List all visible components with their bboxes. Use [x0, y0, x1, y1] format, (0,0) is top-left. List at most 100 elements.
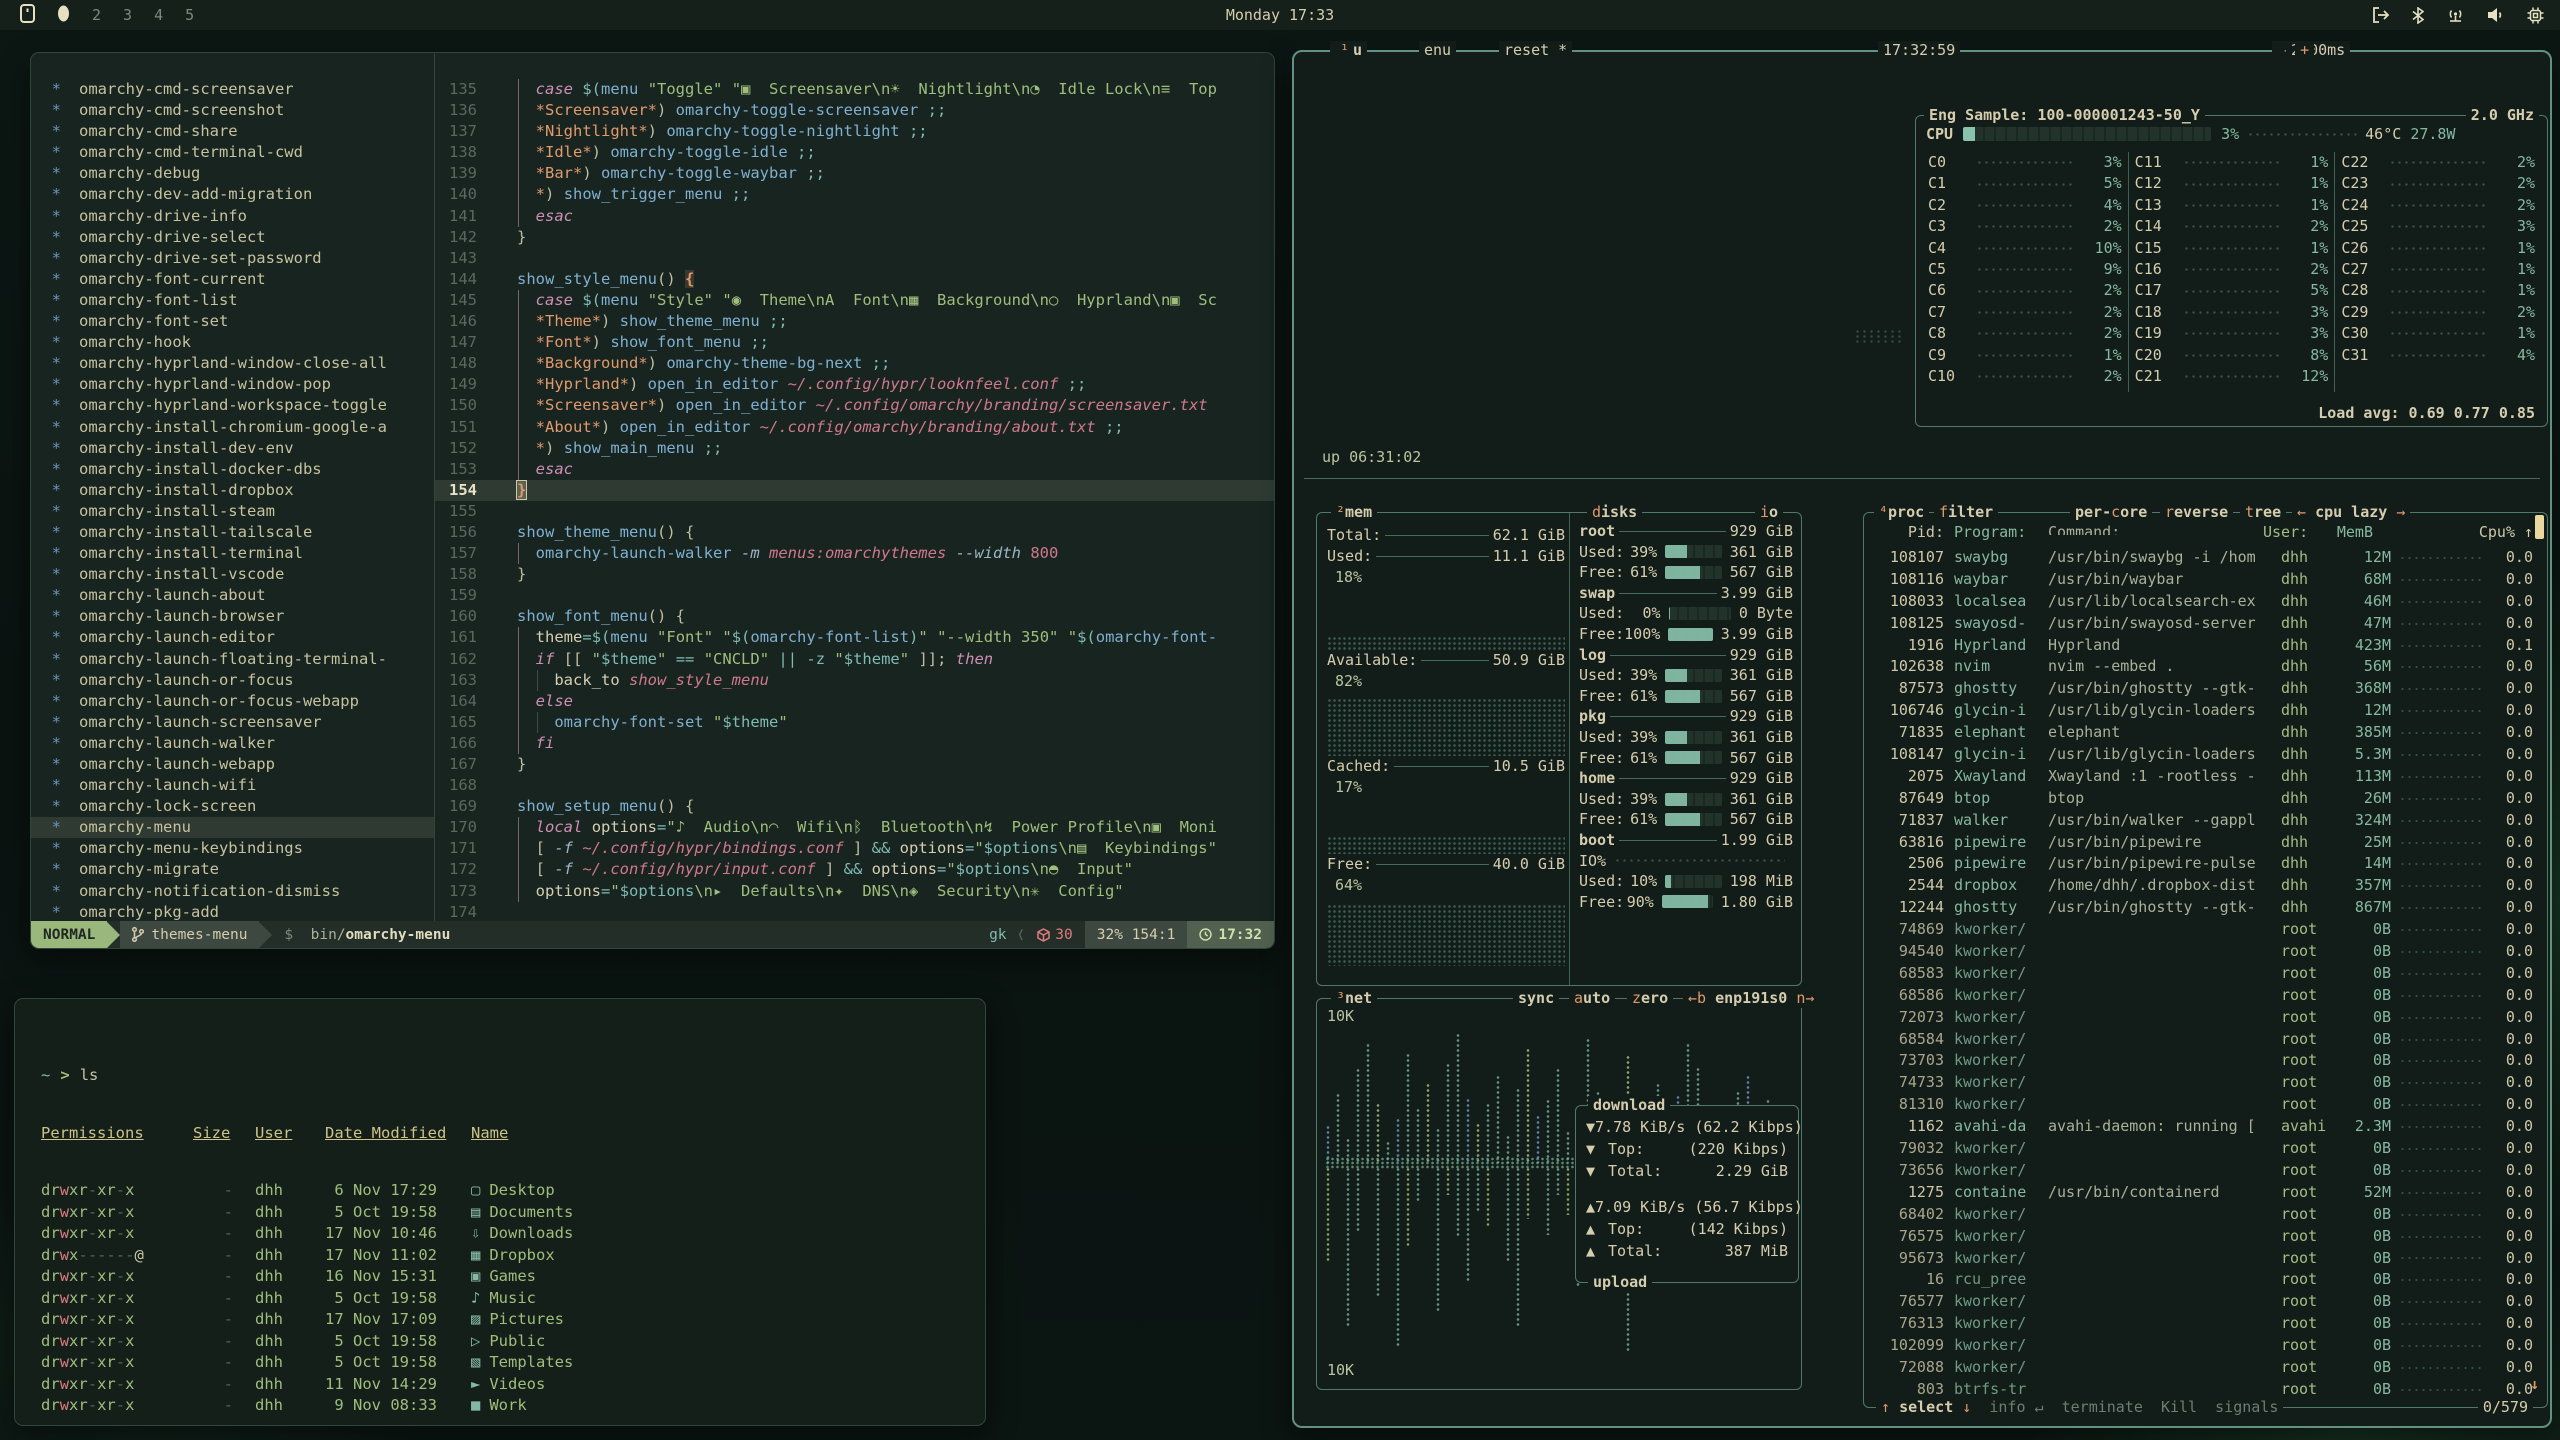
diagnostics-badge[interactable]: 30 — [1025, 927, 1084, 943]
process-row[interactable]: 87573ghostty/usr/bin/ghostty --gtk-dhh36… — [1870, 678, 2541, 700]
process-row[interactable]: 102638nvimnvim --embed .dhh56M0.0 — [1870, 656, 2541, 678]
file-item[interactable]: *omarchy-lock-screen — [31, 796, 434, 817]
proc-reverse-button[interactable]: reverse — [2160, 503, 2233, 522]
code-row[interactable]: 172 [ -f ~/.config/hypr/input.conf ] && … — [435, 859, 1274, 880]
process-row[interactable]: 71835elephantelephantdhh385M0.0 — [1870, 722, 2541, 744]
file-item[interactable]: *omarchy-launch-wifi — [31, 775, 434, 796]
file-item[interactable]: *omarchy-install-chromium-google-a — [31, 417, 434, 438]
volume-icon[interactable] — [2487, 7, 2505, 23]
code-row[interactable]: 155 — [435, 501, 1274, 522]
file-item[interactable]: *omarchy-launch-or-focus — [31, 670, 434, 691]
file-item[interactable]: *omarchy-menu — [31, 817, 434, 838]
clock[interactable]: Monday 17:33 — [0, 6, 2560, 24]
file-item[interactable]: *omarchy-hyprland-window-pop — [31, 374, 434, 395]
code-row[interactable]: 142} — [435, 227, 1274, 248]
file-item[interactable]: *omarchy-launch-or-focus-webapp — [31, 691, 434, 712]
process-row[interactable]: 108116waybar/usr/bin/waybardhh68M0.0 — [1870, 569, 2541, 591]
code-row[interactable]: 156show_theme_menu() { — [435, 522, 1274, 543]
code-row[interactable]: 165 omarchy-font-set "$theme" — [435, 712, 1274, 733]
code-row[interactable]: 141 esac — [435, 206, 1274, 227]
process-row[interactable]: 108107swaybg/usr/bin/swaybg -i /homdhh12… — [1870, 547, 2541, 569]
process-row[interactable]: 76577kworker/root0B0.0 — [1870, 1291, 2541, 1313]
process-row[interactable]: 68584kworker/root0B0.0 — [1870, 1029, 2541, 1051]
file-item[interactable]: *omarchy-dev-add-migration — [31, 184, 434, 205]
file-item[interactable]: *omarchy-cmd-screenshot — [31, 100, 434, 121]
file-item[interactable]: *omarchy-launch-browser — [31, 606, 434, 627]
process-row[interactable]: 68586kworker/root0B0.0 — [1870, 985, 2541, 1007]
file-item[interactable]: *omarchy-drive-select — [31, 227, 434, 248]
process-row[interactable]: 2075XwaylandXwayland :1 -rootless -dhh11… — [1870, 766, 2541, 788]
code-row[interactable]: 160show_font_menu() { — [435, 606, 1274, 627]
code-row[interactable]: 145 case $(menu "Style" "◉ Theme\nA Font… — [435, 290, 1274, 311]
file-item[interactable]: *omarchy-install-dropbox — [31, 480, 434, 501]
file-item[interactable]: *omarchy-font-set — [31, 311, 434, 332]
net-auto-button[interactable]: auto — [1569, 989, 1615, 1008]
code-row[interactable]: 137 *Nightlight*) omarchy-toggle-nightli… — [435, 121, 1274, 142]
code-row[interactable]: 135 case $(menu "Toggle" "▣ Screensaver\… — [435, 79, 1274, 100]
process-row[interactable]: 108147glycin-i/usr/lib/glycin-loadersdhh… — [1870, 744, 2541, 766]
process-row[interactable]: 803btrfs-trroot0B0.0 — [1870, 1379, 2541, 1395]
file-item[interactable]: *omarchy-hyprland-window-close-all — [31, 353, 434, 374]
process-row[interactable]: 68583kworker/root0B0.0 — [1870, 963, 2541, 985]
process-row[interactable]: 12244ghostty/usr/bin/ghostty --gtk-dhh86… — [1870, 897, 2541, 919]
process-row[interactable]: 87649btopbtopdhh26M0.0 — [1870, 788, 2541, 810]
cpu-box-tab[interactable]: ¹cpu — [1330, 41, 1367, 59]
file-item[interactable]: *omarchy-install-dev-env — [31, 438, 434, 459]
net-sync-button[interactable]: sync — [1513, 989, 1559, 1008]
network-icon[interactable] — [2446, 7, 2465, 23]
code-row[interactable]: 170 local options="♪ Audio\n◠ Wifi\nᛒ Bl… — [435, 817, 1274, 838]
net-zero-button[interactable]: zero — [1627, 989, 1673, 1008]
code-row[interactable]: 161 theme=$(menu "Font" "$(omarchy-font-… — [435, 627, 1274, 648]
process-row[interactable]: 108125swayosd-/usr/bin/swayosd-serverdhh… — [1870, 613, 2541, 635]
file-item[interactable]: *omarchy-menu-keybindings — [31, 838, 434, 859]
code-row[interactable]: 152 *) show_main_menu ;; — [435, 438, 1274, 459]
scroll-down-indicator[interactable]: ↓ — [2530, 1375, 2539, 1393]
signals-button[interactable]: signals — [2215, 1398, 2278, 1417]
code-row[interactable]: 164 else — [435, 691, 1274, 712]
file-item[interactable]: *omarchy-cmd-screensaver — [31, 79, 434, 100]
code-row[interactable]: 163 back_to show_style_menu — [435, 670, 1274, 691]
process-row[interactable]: 108033localsea/usr/lib/localsearch-exdhh… — [1870, 591, 2541, 613]
file-item[interactable]: *omarchy-cmd-terminal-cwd — [31, 142, 434, 163]
process-row[interactable]: 16rcu_preeroot0B0.0 — [1870, 1269, 2541, 1291]
code-row[interactable]: 151 *About*) open_in_editor ~/.config/om… — [435, 417, 1274, 438]
net-box-tab[interactable]: ³net — [1331, 989, 1377, 1008]
code-row[interactable]: 147 *Font*) show_font_menu ;; — [435, 332, 1274, 353]
code-row[interactable]: 153 esac — [435, 459, 1274, 480]
file-item[interactable]: *omarchy-hyprland-workspace-toggle — [31, 395, 434, 416]
process-row[interactable]: 72073kworker/root0B0.0 — [1870, 1007, 2541, 1029]
code-row[interactable]: 154} — [435, 480, 1274, 501]
file-item[interactable]: *omarchy-notification-dismiss — [31, 881, 434, 902]
file-item[interactable]: *omarchy-launch-screensaver — [31, 712, 434, 733]
file-item[interactable]: *omarchy-install-terminal — [31, 543, 434, 564]
process-row[interactable]: 76313kworker/root0B0.0 — [1870, 1313, 2541, 1335]
code-row[interactable]: 144show_style_menu() { — [435, 269, 1274, 290]
code-row[interactable]: 166 fi — [435, 733, 1274, 754]
code-rows[interactable]: 135 case $(menu "Toggle" "▣ Screensaver\… — [435, 79, 1274, 921]
git-branch[interactable]: themes-menu — [120, 921, 259, 948]
code-row[interactable]: 136 *Screensaver*) omarchy-toggle-screen… — [435, 100, 1274, 121]
file-path[interactable]: $ bin/omarchy-menu — [272, 921, 462, 948]
file-item[interactable]: *omarchy-hook — [31, 332, 434, 353]
code-row[interactable]: 138 *Idle*) omarchy-toggle-idle ;; — [435, 142, 1274, 163]
code-row[interactable]: 159 — [435, 585, 1274, 606]
process-row[interactable]: 72088kworker/root0B0.0 — [1870, 1357, 2541, 1379]
bluetooth-icon[interactable] — [2412, 7, 2424, 24]
code-row[interactable]: 173 options="$options\n▸ Defaults\n✦ DNS… — [435, 881, 1274, 902]
file-item[interactable]: *omarchy-install-steam — [31, 501, 434, 522]
code-row[interactable]: 171 [ -f ~/.config/hypr/bindings.conf ] … — [435, 838, 1274, 859]
proc-tree-button[interactable]: tree — [2240, 503, 2286, 522]
process-row[interactable]: 81310kworker/root0B0.0 — [1870, 1094, 2541, 1116]
process-row[interactable]: 74733kworker/root0B0.0 — [1870, 1072, 2541, 1094]
code-row[interactable]: 140 *) show_trigger_menu ;; — [435, 184, 1274, 205]
net-interface-switcher[interactable]: ←b enp191s0 n→ — [1683, 989, 1819, 1008]
proc-scrollbar[interactable] — [2535, 515, 2544, 539]
process-row[interactable]: 94540kworker/root0B0.0 — [1870, 941, 2541, 963]
code-row[interactable]: 149 *Hyprland*) open_in_editor ~/.config… — [435, 374, 1274, 395]
process-row[interactable]: 95673kworker/root0B0.0 — [1870, 1248, 2541, 1270]
code-row[interactable]: 157 omarchy-launch-walker -m menus:omarc… — [435, 543, 1274, 564]
terminal-window[interactable]: ~ > ls Permissions Size User Date Modifi… — [14, 998, 986, 1426]
code-row[interactable]: 174 — [435, 902, 1274, 921]
proc-sort-switcher[interactable]: ← cpu lazy → — [2292, 503, 2410, 522]
mem-box-tab[interactable]: ²mem — [1331, 503, 1377, 522]
